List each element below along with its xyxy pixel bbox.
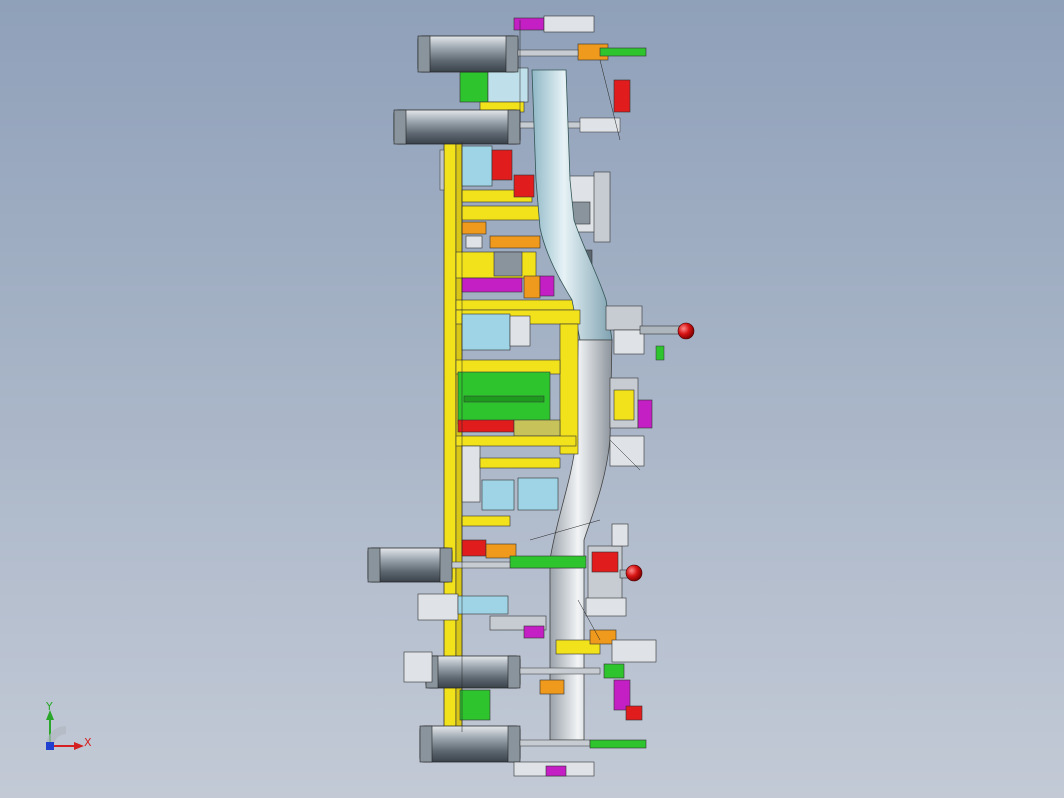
x-axis-arrowhead <box>74 742 84 750</box>
triad-x-label: X <box>84 736 92 749</box>
fixture-assembly-model[interactable] <box>0 0 1064 798</box>
right-toggle-clamp-1[interactable] <box>605 305 681 467</box>
clamp-knob-1[interactable] <box>677 322 695 340</box>
clamp-knob-2[interactable] <box>625 564 643 582</box>
pneumatic-cylinder-top-1[interactable] <box>417 35 579 73</box>
pneumatic-cylinder-top-2[interactable] <box>393 109 621 145</box>
triad-y-label: Y <box>46 700 53 713</box>
z-axis-marker <box>46 742 54 750</box>
graphics-viewport[interactable]: X Y <box>0 0 1064 798</box>
middle-frame[interactable] <box>455 309 581 527</box>
coordinate-triad <box>46 710 84 750</box>
